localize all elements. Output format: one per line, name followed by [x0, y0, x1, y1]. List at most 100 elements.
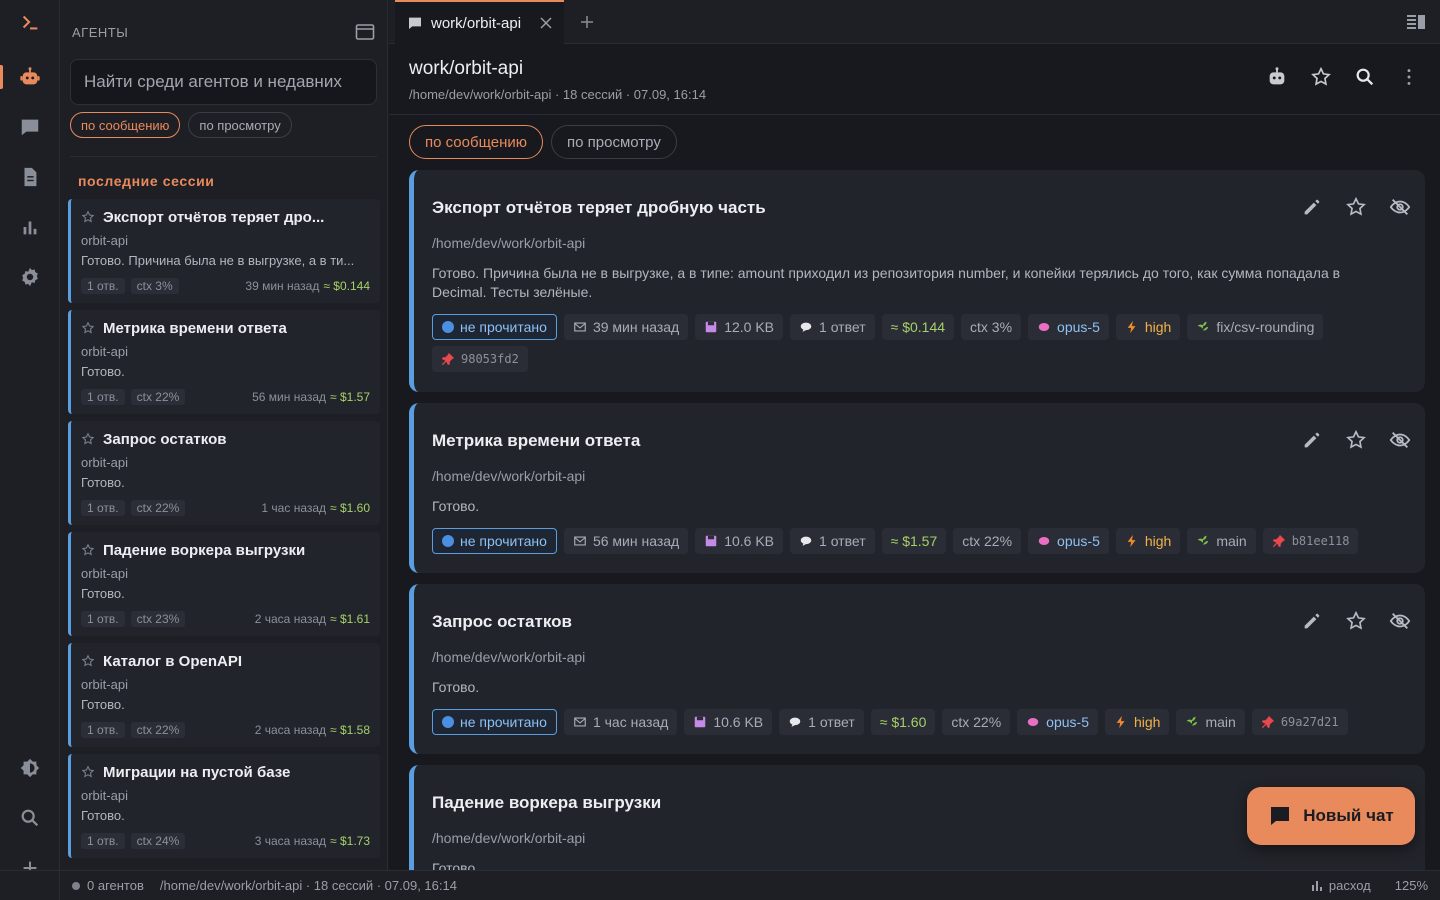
- time-label: 39 мин назад: [592, 319, 680, 335]
- edit-icon[interactable]: [1301, 610, 1323, 632]
- star-icon[interactable]: [81, 321, 95, 335]
- session-time: 39 мин назад: [245, 279, 320, 293]
- session-list-item[interactable]: Экспорт отчётов теряет дро... orbit-api …: [68, 199, 380, 303]
- unread-badge[interactable]: не прочитано: [432, 709, 557, 735]
- star-icon[interactable]: [81, 432, 95, 446]
- card-path: /home/dev/work/orbit-api: [432, 235, 586, 251]
- terminal-icon[interactable]: [0, 2, 60, 42]
- star-icon[interactable]: [81, 765, 95, 779]
- new-chat-button[interactable]: Новый чат: [1247, 787, 1415, 845]
- sort-by-message-chip[interactable]: по сообщению: [409, 125, 544, 159]
- close-icon[interactable]: [540, 17, 552, 29]
- theme-icon[interactable]: [0, 748, 60, 788]
- card-path: /home/dev/work/orbit-api: [432, 468, 586, 484]
- mail-icon: [574, 322, 586, 332]
- session-list-item[interactable]: Миграции на пустой базе orbit-api Готово…: [68, 754, 380, 858]
- new-tab-icon[interactable]: [579, 14, 595, 30]
- star-icon[interactable]: [81, 654, 95, 668]
- sort-by-view-chip[interactable]: по просмотру: [188, 112, 292, 138]
- zoom-level[interactable]: 125%: [1395, 878, 1428, 893]
- card-tags: не прочитано 56 мин назад 10.6 KB 1 отве…: [432, 528, 1407, 554]
- pin-icon: [1261, 715, 1274, 729]
- hide-icon[interactable]: [1389, 196, 1411, 218]
- session-time: 3 часа назад: [254, 834, 327, 848]
- spend-button[interactable]: расход: [1311, 878, 1371, 893]
- session-preview: Готово.: [81, 586, 125, 601]
- session-list-item[interactable]: Каталог в OpenAPI orbit-api Готово. 1 от…: [68, 643, 380, 747]
- star-icon[interactable]: [1345, 196, 1367, 218]
- model-tag: opus-5: [1028, 528, 1109, 554]
- replies-tag: 1 ответ: [779, 709, 864, 735]
- star-icon[interactable]: [1345, 429, 1367, 451]
- session-list-item[interactable]: Падение воркера выгрузки orbit-api Готов…: [68, 532, 380, 636]
- context-tag: ctx 22%: [953, 528, 1022, 554]
- time-label: 1 час назад: [592, 714, 669, 730]
- context-tag: ctx 3%: [961, 314, 1022, 340]
- search-icon[interactable]: [1354, 66, 1376, 88]
- recent-sessions-list: Экспорт отчётов теряет дро... orbit-api …: [68, 199, 380, 865]
- sidebar-divider: [70, 156, 377, 157]
- replies-label: 1 ответ: [808, 714, 855, 730]
- session-time: 56 мин назад: [252, 390, 327, 404]
- session-cost: ≈ $1.60: [330, 501, 370, 515]
- layout-toggle-icon[interactable]: [1406, 13, 1426, 31]
- effort-tag: high: [1104, 709, 1170, 735]
- hide-icon[interactable]: [1389, 429, 1411, 451]
- more-vertical-icon[interactable]: [1398, 66, 1420, 88]
- session-preview: Готово. Причина была не в выгрузке, а в …: [81, 253, 355, 268]
- card-actions: [1301, 610, 1411, 632]
- session-cost: ≈ $0.144: [323, 279, 370, 293]
- chat-icon: [409, 17, 421, 29]
- session-cost: ≈ $1.58: [330, 723, 370, 737]
- agent-icon[interactable]: [1266, 66, 1288, 88]
- search-icon[interactable]: [0, 798, 60, 838]
- main-sort-chips: по сообщению по просмотру: [409, 125, 677, 159]
- session-list-item[interactable]: Запрос остатков orbit-api Готово. 1 отв.…: [68, 421, 380, 525]
- session-list-item[interactable]: Метрика времени ответа orbit-api Готово.…: [68, 310, 380, 414]
- session-name: Каталог в OpenAPI: [103, 652, 243, 670]
- size-label: 10.6 KB: [713, 714, 764, 730]
- hide-icon[interactable]: [1389, 610, 1411, 632]
- sort-by-message-chip[interactable]: по сообщению: [70, 112, 181, 138]
- edit-icon[interactable]: [1301, 196, 1323, 218]
- agents-icon[interactable]: [0, 57, 60, 97]
- stats-icon[interactable]: [0, 207, 60, 247]
- session-preview: Готово.: [81, 475, 125, 490]
- edit-icon[interactable]: [1301, 429, 1323, 451]
- session-name: Падение воркера выгрузки: [103, 541, 306, 559]
- tab-orbit-api[interactable]: work/orbit-api: [395, 0, 564, 44]
- session-meta: 1 отв. ctx 22% 1 час назад ≈ $1.60: [81, 499, 370, 517]
- session-header: work/orbit-api /home/dev/work/orbit-api …: [389, 44, 1440, 115]
- star-icon[interactable]: [81, 210, 95, 224]
- star-icon[interactable]: [1345, 610, 1367, 632]
- unread-badge[interactable]: не прочитано: [432, 528, 557, 554]
- effort-label: high: [1133, 714, 1161, 730]
- session-name: Миграции на пустой базе: [103, 763, 291, 781]
- pin-icon: [1272, 534, 1285, 548]
- session-card[interactable]: Запрос остатков /home/dev/work/orbit-api…: [409, 584, 1425, 754]
- settings-icon[interactable]: [0, 257, 60, 297]
- cost-tag: ≈ $1.57: [881, 528, 947, 554]
- star-icon[interactable]: [81, 543, 95, 557]
- session-card[interactable]: Экспорт отчётов теряет дробную часть /ho…: [409, 170, 1425, 392]
- replies-label: 1 ответ: [819, 533, 866, 549]
- session-time: 2 часа назад: [254, 723, 327, 737]
- sidebar-search-input[interactable]: [70, 59, 377, 105]
- lightning-icon: [1116, 715, 1125, 729]
- chat-icon[interactable]: [0, 107, 60, 147]
- brain-icon: [1027, 717, 1039, 727]
- header-actions: [1266, 66, 1420, 88]
- session-card[interactable]: Метрика времени ответа /home/dev/work/or…: [409, 403, 1425, 573]
- context-usage: ctx 23%: [130, 611, 186, 627]
- sort-by-view-chip[interactable]: по просмотру: [551, 125, 677, 159]
- window-icon[interactable]: [355, 23, 375, 41]
- lightning-icon: [1127, 534, 1136, 548]
- replies-tag: 1 ответ: [790, 314, 875, 340]
- star-icon[interactable]: [1310, 66, 1332, 88]
- bar-chart-icon: [1311, 880, 1322, 891]
- commit-tag: b81ee118: [1262, 528, 1359, 554]
- unread-badge[interactable]: не прочитано: [432, 314, 557, 340]
- rail-footer: [0, 870, 60, 900]
- size-label: 10.6 KB: [724, 533, 775, 549]
- document-icon[interactable]: [0, 157, 60, 197]
